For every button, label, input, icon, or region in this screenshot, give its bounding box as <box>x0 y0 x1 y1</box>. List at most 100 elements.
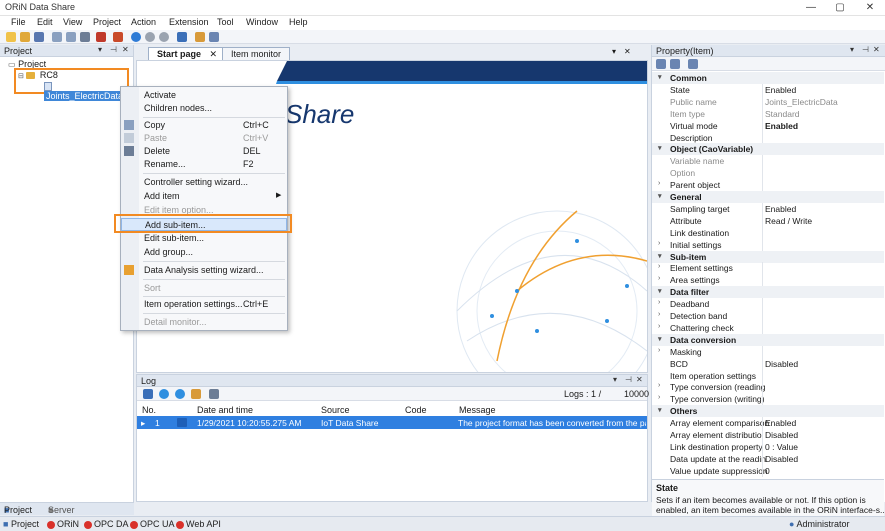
property-row[interactable]: › Type conversion (writing) <box>652 393 884 406</box>
expand-icon[interactable]: › <box>658 311 660 318</box>
menu-item-add-group[interactable]: Add group... <box>121 246 287 259</box>
panel-close-icon[interactable]: ✕ <box>122 45 129 54</box>
expand-icon[interactable]: › <box>658 347 660 354</box>
expand-icon[interactable]: › <box>658 180 660 187</box>
log-pin-icon[interactable]: ⊣ <box>625 375 632 384</box>
tab-item-monitor[interactable]: Item monitor <box>222 47 291 60</box>
menu-item-children-nodes[interactable]: Children nodes... <box>121 102 287 115</box>
copy-icon[interactable] <box>52 32 62 42</box>
save-icon[interactable] <box>34 32 44 42</box>
log-clear-icon[interactable] <box>191 389 201 399</box>
property-row[interactable]: Option <box>652 167 884 180</box>
expand-icon[interactable]: › <box>658 394 660 401</box>
collapse-icon[interactable]: ▾ <box>658 252 662 260</box>
property-value[interactable]: Disabled <box>765 359 798 369</box>
property-row[interactable]: Array element comparison Enabled <box>652 417 884 430</box>
property-row[interactable]: › Element settings <box>652 262 884 275</box>
property-value[interactable]: Read / Write <box>765 216 812 226</box>
prop-pin-icon[interactable]: ⊣ <box>862 45 869 54</box>
property-row[interactable]: › Masking <box>652 345 884 358</box>
property-row[interactable]: Value update suppression 0 <box>652 464 884 477</box>
minimize-button[interactable]: — <box>796 0 826 16</box>
property-category[interactable]: ▾ Common <box>652 72 884 84</box>
dropdown-icon[interactable]: ▾ <box>98 45 102 54</box>
log-refresh-icon[interactable] <box>159 389 169 399</box>
collapse-icon[interactable]: ▾ <box>658 335 662 343</box>
expand-icon[interactable]: › <box>658 299 660 306</box>
property-row[interactable]: BCD Disabled <box>652 357 884 370</box>
tree-node-controller[interactable]: ⊟ RC8 <box>18 70 58 80</box>
menu-item-operation-settings[interactable]: Item operation settings... Ctrl+E <box>121 298 287 311</box>
property-row[interactable]: Array element distributio Disabled <box>652 429 884 441</box>
menu-item-copy[interactable]: Copy Ctrl+C <box>121 119 287 132</box>
prop-dropdown-icon[interactable]: ▾ <box>850 45 854 54</box>
new-project-icon[interactable] <box>6 32 16 42</box>
menu-item-rename[interactable]: Rename... F2 <box>121 158 287 171</box>
property-value[interactable]: 0 : Value <box>765 442 798 452</box>
collapse-icon[interactable]: ▾ <box>658 192 662 200</box>
wizard-icon[interactable] <box>195 32 205 42</box>
stop-icon[interactable] <box>159 32 169 42</box>
menu-view[interactable]: View <box>63 17 82 27</box>
menu-action[interactable]: Action <box>131 17 156 27</box>
monitor-icon[interactable] <box>177 32 187 42</box>
log-close-icon[interactable]: ✕ <box>636 375 643 384</box>
property-row[interactable]: Item operation settings <box>652 369 884 382</box>
collapse-icon[interactable]: ▾ <box>658 287 662 295</box>
property-value[interactable]: Enabled <box>765 85 796 95</box>
property-row[interactable]: › Initial settings <box>652 238 884 251</box>
property-row[interactable]: Virtual mode Enabled <box>652 119 884 132</box>
collapse-icon[interactable]: ▾ <box>658 406 662 414</box>
menu-edit[interactable]: Edit <box>37 17 53 27</box>
property-value[interactable]: Enabled <box>765 121 798 131</box>
toolbox-icon[interactable] <box>96 32 106 42</box>
property-value[interactable]: Enabled <box>765 418 796 428</box>
property-category[interactable]: ▾ Data filter <box>652 286 884 299</box>
menu-item-controller-wizard[interactable]: Controller setting wizard... <box>121 176 287 189</box>
property-row[interactable]: Data update at the readin Disabled <box>652 452 884 465</box>
pause-icon[interactable] <box>145 32 155 42</box>
tab-start-page[interactable]: Start page ✕ <box>148 47 227 60</box>
expand-icon[interactable]: › <box>658 240 660 247</box>
collapse-icon[interactable]: ▾ <box>658 73 662 81</box>
property-category[interactable]: ▾ Data conversion <box>652 333 884 346</box>
property-pages-icon[interactable] <box>688 59 698 69</box>
tab-close-icon[interactable]: ✕ <box>210 49 218 59</box>
property-row[interactable]: › Chattering check <box>652 321 884 334</box>
property-value[interactable]: Standard <box>765 109 800 119</box>
property-category[interactable]: ▾ Sub-item <box>652 250 884 263</box>
property-value[interactable]: Disabled <box>765 454 798 464</box>
expand-icon[interactable]: › <box>658 382 660 389</box>
paste-icon[interactable] <box>66 32 76 42</box>
categorized-icon[interactable] <box>656 59 666 69</box>
table-row[interactable]: ▸ 1 1/29/2021 10:20:55.275 AM IoT Data S… <box>137 416 647 429</box>
settings-icon[interactable] <box>209 32 219 42</box>
delete-icon[interactable] <box>80 32 90 42</box>
log-dropdown-icon[interactable]: ▾ <box>613 375 617 384</box>
expand-icon[interactable]: › <box>658 263 660 270</box>
pin-icon[interactable]: ⊣ <box>110 45 117 54</box>
property-value[interactable]: 0 <box>765 466 770 476</box>
property-category[interactable]: ▾ General <box>652 191 884 203</box>
play-icon[interactable] <box>131 32 141 42</box>
property-row[interactable]: › Detection band <box>652 310 884 322</box>
expand-icon[interactable]: › <box>658 323 660 330</box>
menu-item-paste[interactable]: Paste Ctrl+V <box>121 132 287 145</box>
property-value[interactable]: Enabled <box>765 204 796 214</box>
property-row[interactable]: Public name Joints_ElectricData <box>652 95 884 108</box>
menu-extension[interactable]: Extension <box>169 17 209 27</box>
close-window-button[interactable]: ✕ <box>855 0 885 16</box>
property-row[interactable]: Sampling target Enabled <box>652 202 884 215</box>
property-row[interactable]: Variable name <box>652 155 884 168</box>
property-row[interactable]: Link destination property 0 : Value <box>652 440 884 453</box>
collapse-icon[interactable]: ▾ <box>658 144 662 152</box>
prop-close-icon[interactable]: ✕ <box>873 45 880 54</box>
doc-close-icon[interactable]: ✕ <box>624 47 631 56</box>
property-category[interactable]: ▾ Others <box>652 405 884 418</box>
property-row[interactable]: Item type Standard <box>652 107 884 120</box>
menu-item-edit-sub-item[interactable]: Edit sub-item... <box>121 232 287 245</box>
menu-help[interactable]: Help <box>289 17 308 27</box>
property-value[interactable]: Joints_ElectricData <box>765 97 838 107</box>
menu-file[interactable]: File <box>11 17 26 27</box>
property-category[interactable]: ▾ Object (CaoVariable) <box>652 143 884 156</box>
